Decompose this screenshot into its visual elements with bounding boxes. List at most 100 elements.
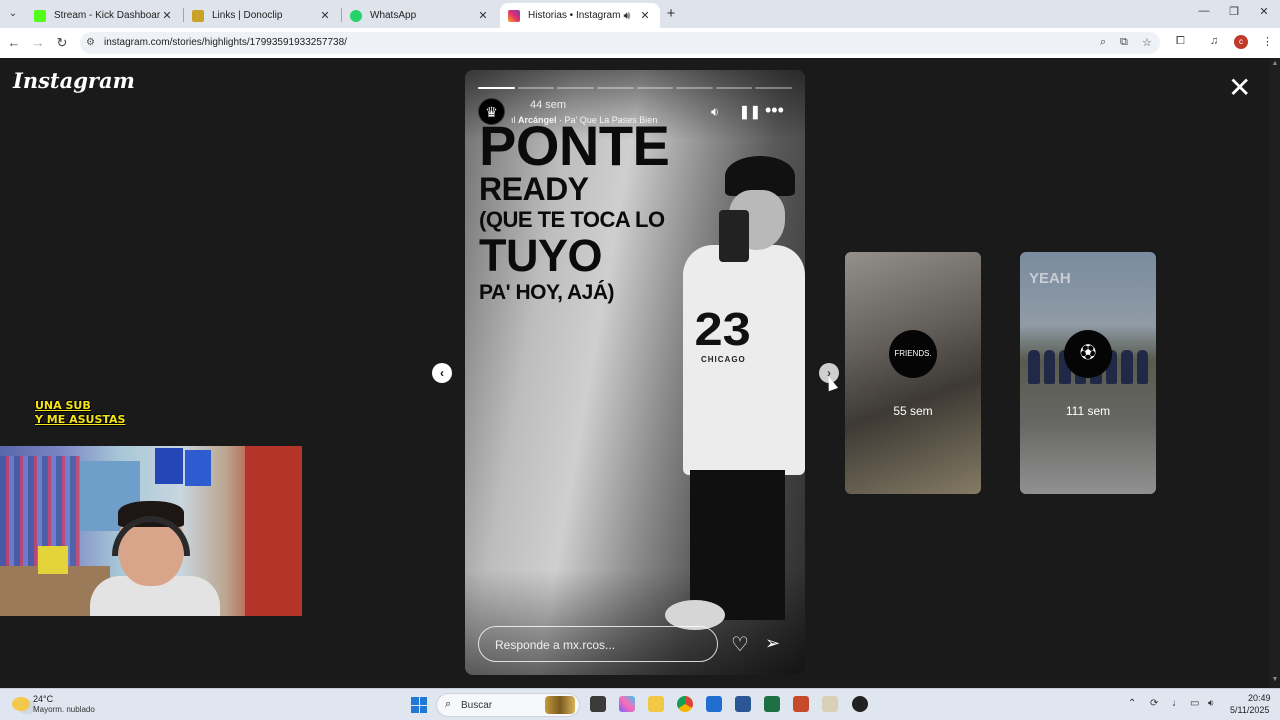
overlay-line1: UNA SUB [35,399,91,412]
tab-search-icon[interactable]: ⌄ [4,5,22,23]
restore-button[interactable]: ❐ [1226,5,1242,18]
scrollbar[interactable]: ▲ ▼ [1270,58,1280,688]
start-windows-icon[interactable] [411,697,427,713]
story-progress-bar [478,87,792,89]
site-info-icon[interactable]: ⚙ [86,37,95,48]
previous-story-button[interactable]: ‹ [432,363,452,383]
highlight-time-ago: 111 sem [1065,404,1111,418]
close-tab-icon[interactable]: ✕ [318,9,332,23]
scroll-down-icon[interactable]: ▼ [1271,676,1279,683]
headline-line4: TUYO [479,230,603,281]
address-bar-row: ← → ↻ ⚙ instagram.com/stories/highlights… [0,28,1280,58]
new-tab-button[interactable]: + [664,5,678,22]
reply-placeholder: Responde a mx.rcos... [495,638,616,652]
highlight-overlay-text: YEAH [1029,270,1071,287]
tab-instagram[interactable]: Historias • Instagram 🔊︎ ✕ [500,3,660,28]
tab-kick-dashboard[interactable]: Stream - Kick Dashboard ✕ [26,3,182,28]
taskbar: 24°C Mayorm. nublado ⌕ Buscar ⌃ ⟳ ♩ ▭ 🔉︎… [0,688,1280,720]
close-story-button[interactable]: ✕ [1228,74,1251,102]
highlight-thumbnail[interactable]: FRIENDS. 55 sem [845,252,981,494]
pause-icon[interactable]: ❚❚ [739,104,761,120]
zoom-icon[interactable]: ⌕ [1100,36,1106,49]
volume-icon[interactable]: 🔉︎ [1208,698,1214,709]
jersey-text: CHICAGO [701,355,746,364]
menu-kebab-icon[interactable]: ⋮ [1262,35,1273,48]
share-send-icon[interactable]: ➢ [765,633,780,654]
whatsapp-icon [350,9,362,22]
donoclip-icon [192,9,204,22]
clock-time[interactable]: 20:49 [1248,693,1271,703]
tab-title: Historias • Instagram [528,10,620,21]
browser-tab-bar: ⌄ Stream - Kick Dashboard ✕ Links | Dono… [0,0,1280,28]
mute-speaker-icon[interactable]: 🔉︎ [711,104,719,120]
close-tab-icon[interactable]: ✕ [638,9,652,23]
powerpoint-icon[interactable] [793,696,809,712]
progress-segment [755,87,792,89]
stream-overlay-text: UNA SUB Y ME ASUSTAS [35,399,125,427]
obs-icon[interactable] [852,696,868,712]
active-story[interactable]: 23 CHICAGO ♛ 44 sem ıl Arcángel · Pa' Qu… [465,70,805,675]
url-text: instagram.com/stories/highlights/1799359… [104,37,347,48]
copilot-icon[interactable] [619,696,635,712]
app-icon[interactable] [822,696,838,712]
highlight-thumbnail[interactable]: YEAH ⚽︎ 111 sem [1020,252,1156,494]
sync-icon[interactable]: ⟳ [1150,698,1158,709]
bookmark-star-icon[interactable]: ☆ [1142,36,1152,49]
media-control-icon[interactable]: ♫ [1210,35,1218,47]
file-explorer-icon[interactable] [648,696,664,712]
story-viewer: Instagram ✕ ▲ ▼ 23 CHICAGO ♛ 44 sem ıl A… [0,58,1280,688]
overlay-line2: Y ME ASUSTAS [35,413,126,426]
taskbar-search[interactable]: ⌕ Buscar [436,693,580,717]
task-view-icon[interactable] [590,696,606,712]
scroll-up-icon[interactable]: ▲ [1271,60,1279,67]
close-tab-icon[interactable]: ✕ [160,9,174,23]
close-window-button[interactable]: ✕ [1256,5,1272,18]
webcam-feed [0,446,302,616]
more-options-icon[interactable]: ••• [765,100,784,121]
search-highlight-image [545,696,575,714]
clock-date[interactable]: 5/11/2025 [1230,705,1269,715]
microphone-icon[interactable]: ♩ [1172,698,1182,709]
headline-line5: PA' HOY, AJÁ) [479,281,615,304]
minimize-button[interactable]: — [1196,5,1212,17]
story-time-ago: 44 sem [530,99,567,111]
install-app-icon[interactable]: ⧉ [1120,36,1128,49]
excel-icon[interactable] [764,696,780,712]
progress-segment [715,87,753,89]
weather-partly-cloudy-icon[interactable] [12,697,30,711]
jersey-number: 23 [694,303,751,355]
chrome-icon[interactable] [677,696,693,712]
profile-avatar[interactable]: c [1234,35,1248,49]
highlight-avatar: FRIENDS. [889,330,937,378]
tray-overflow-icon[interactable]: ⌃ [1128,698,1136,709]
speaker-icon[interactable]: 🔊︎ [620,9,634,23]
kick-icon [34,9,46,22]
weather-description[interactable]: Mayorm. nublado [33,705,95,714]
network-icon[interactable]: ▭ [1190,698,1199,709]
tab-title: Links | Donoclip [212,10,283,21]
like-heart-icon[interactable]: ♡ [731,632,749,657]
forward-button[interactable]: → [30,35,46,51]
tab-whatsapp[interactable]: WhatsApp ✕ [342,3,498,28]
back-button[interactable]: ← [6,35,22,51]
headline-line1: PONTE [479,114,670,177]
tab-donoclip[interactable]: Links | Donoclip ✕ [184,3,340,28]
story-photo-phone [719,210,749,262]
url-field[interactable]: ⚙ instagram.com/stories/highlights/17993… [80,32,1160,54]
reply-input[interactable]: Responde a mx.rcos... [478,626,718,662]
reload-button[interactable]: ↻ [54,35,70,51]
tab-title: Stream - Kick Dashboard [54,10,160,21]
story-photo-pants [690,470,785,620]
weather-temp[interactable]: 24°C [33,694,53,704]
progress-segment [636,87,674,89]
headline-line2: READY [479,171,589,207]
store-icon[interactable] [706,696,722,712]
instagram-logo[interactable]: Instagram [13,68,135,93]
progress-segment [596,87,634,89]
extensions-icon[interactable]: ⧠ [1176,35,1185,48]
close-tab-icon[interactable]: ✕ [476,9,490,23]
search-icon: ⌕ [445,698,452,710]
word-icon[interactable] [735,696,751,712]
progress-segment [557,87,594,89]
soccer-ball-icon: ⚽︎ [1064,330,1112,378]
